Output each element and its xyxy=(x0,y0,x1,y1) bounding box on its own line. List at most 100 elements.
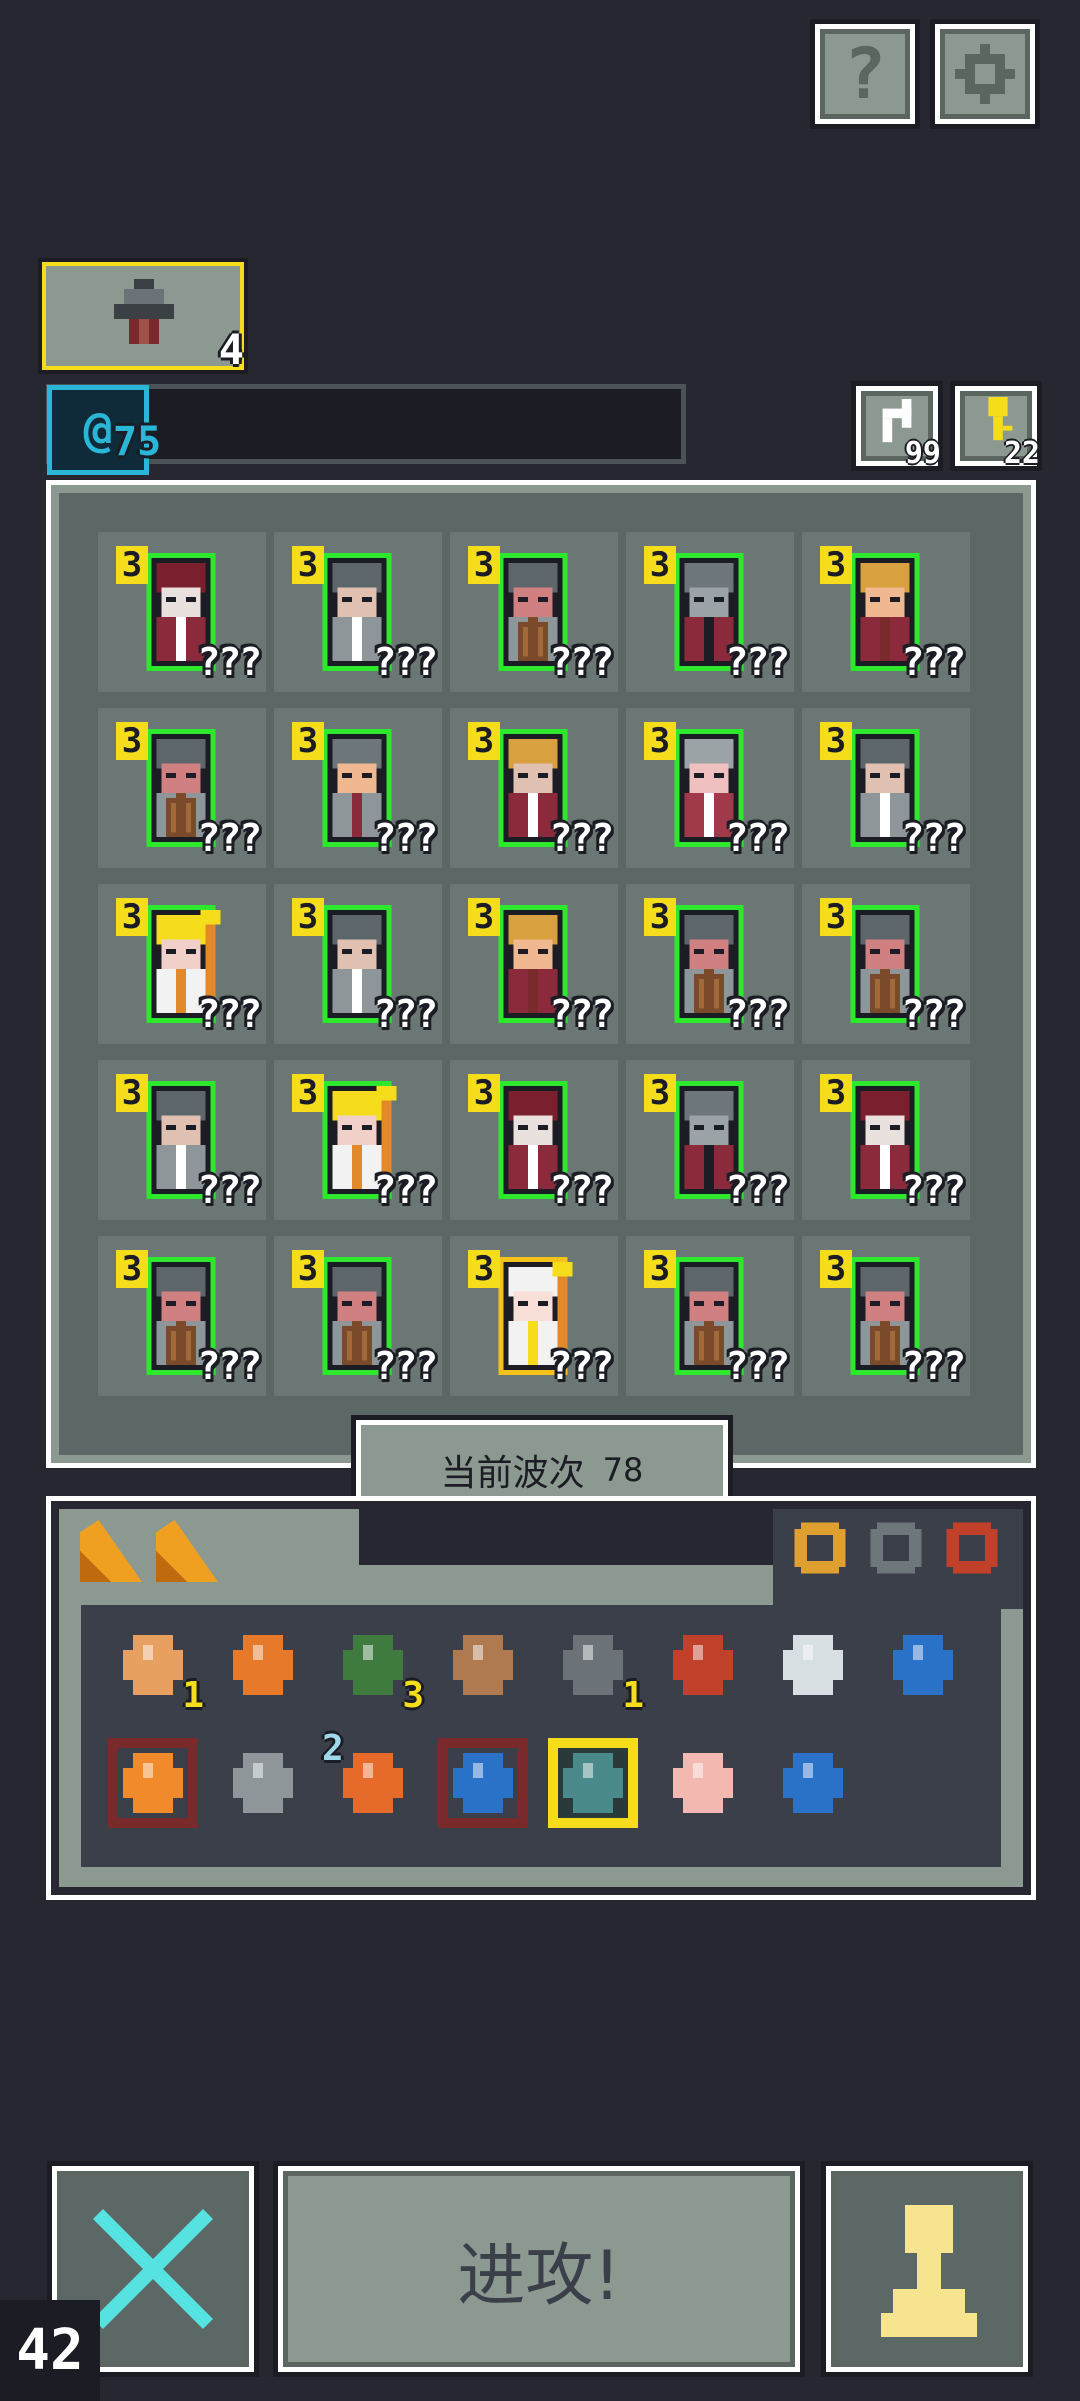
unit-slot[interactable]: 3??? xyxy=(626,884,794,1044)
unit-slot[interactable]: 3??? xyxy=(802,1236,970,1396)
pig-icon[interactable] xyxy=(658,1738,748,1828)
unit-slot[interactable]: 3??? xyxy=(98,884,266,1044)
crossbow-icon[interactable]: 1 xyxy=(548,1620,644,1716)
unit-slot[interactable]: 3??? xyxy=(98,1060,266,1220)
unit-name-label: ??? xyxy=(197,1168,262,1212)
unit-level-badge: 3 xyxy=(644,1074,676,1112)
unit-slot[interactable]: 3??? xyxy=(450,884,618,1044)
unit-level-badge: 3 xyxy=(468,722,500,760)
unit-name-label: ??? xyxy=(549,640,614,684)
unit-level-badge: 3 xyxy=(468,546,500,584)
wave-label: 当前波次 xyxy=(440,1453,585,1494)
refresh-count: 99 xyxy=(904,436,941,471)
gear-icon xyxy=(955,44,1015,104)
relic-list xyxy=(788,1516,1018,1586)
unit-name-label: ??? xyxy=(373,992,438,1036)
attack-button[interactable]: 进攻! xyxy=(273,2161,805,2377)
droplet-icon[interactable] xyxy=(768,1738,858,1828)
spikes-icon[interactable] xyxy=(548,1738,638,1828)
unit-slot[interactable]: 3??? xyxy=(274,884,442,1044)
unit-level-badge: 3 xyxy=(468,898,500,936)
unit-name-label: ??? xyxy=(373,1168,438,1212)
helmet-icon[interactable] xyxy=(864,1516,928,1580)
ring-red-icon[interactable] xyxy=(940,1516,1004,1580)
unit-level-badge: 3 xyxy=(820,1074,852,1112)
unit-level-badge: 3 xyxy=(292,1074,324,1112)
unit-name-label: ??? xyxy=(725,1168,790,1212)
unit-slot[interactable]: 3??? xyxy=(98,532,266,692)
item-count: 3 xyxy=(402,1675,424,1716)
lightning-scroll-icon[interactable]: 2 xyxy=(322,1728,418,1828)
inventory-tab-a[interactable] xyxy=(80,1520,142,1582)
unit-slot[interactable]: 3??? xyxy=(274,1236,442,1396)
unit-slot[interactable]: 3??? xyxy=(274,1060,442,1220)
shuriken-icon[interactable] xyxy=(218,1738,308,1828)
goblin-icon[interactable]: 3 xyxy=(328,1620,424,1716)
unit-slot[interactable]: 3??? xyxy=(274,532,442,692)
inventory-tabs xyxy=(80,1520,240,1590)
boot-icon[interactable] xyxy=(878,1620,968,1710)
key-count: 22 xyxy=(1003,436,1040,471)
feather-icon[interactable] xyxy=(438,1620,528,1710)
unit-level-badge: 3 xyxy=(116,898,148,936)
unit-name-label: ??? xyxy=(901,1344,966,1388)
unit-slot[interactable]: 3??? xyxy=(450,1060,618,1220)
formation-button[interactable] xyxy=(821,2161,1033,2377)
unit-slot[interactable]: 3??? xyxy=(802,884,970,1044)
unit-slot[interactable]: 3??? xyxy=(626,1060,794,1220)
unit-slot[interactable]: 3??? xyxy=(626,532,794,692)
unit-level-badge: 3 xyxy=(116,1074,148,1112)
unit-level-badge: 3 xyxy=(644,546,676,584)
unit-level-badge: 3 xyxy=(292,1250,324,1288)
unit-level-badge: 3 xyxy=(292,898,324,936)
unit-name-label: ??? xyxy=(725,816,790,860)
refresh-button[interactable]: 99 xyxy=(851,381,943,471)
unit-name-label: ??? xyxy=(197,1344,262,1388)
help-button[interactable]: ? xyxy=(810,19,920,129)
unit-level-badge: 3 xyxy=(820,898,852,936)
unit-level-badge: 3 xyxy=(292,546,324,584)
item-count: 1 xyxy=(622,1675,644,1716)
unit-name-label: ??? xyxy=(373,1344,438,1388)
ring-purple-icon[interactable] xyxy=(788,1516,852,1580)
unit-slot[interactable]: 3??? xyxy=(450,532,618,692)
key-button[interactable]: 22 xyxy=(950,381,1042,471)
fire-tile-icon[interactable] xyxy=(108,1738,198,1828)
unit-level-badge: 3 xyxy=(292,722,324,760)
unit-slot[interactable]: 3??? xyxy=(802,708,970,868)
mirror-icon[interactable] xyxy=(768,1620,858,1710)
drum-icon[interactable]: 1 xyxy=(108,1620,204,1716)
unit-slot[interactable]: 3??? xyxy=(98,708,266,868)
water-tile-icon[interactable] xyxy=(438,1738,528,1828)
armor-icon[interactable] xyxy=(218,1620,308,1710)
unit-slot[interactable]: 3??? xyxy=(802,1060,970,1220)
unit-slot[interactable]: 3??? xyxy=(450,1236,618,1396)
unit-name-label: ??? xyxy=(197,992,262,1036)
help-icon: ? xyxy=(843,33,887,115)
settings-button[interactable] xyxy=(930,19,1040,129)
mana-bar: @ 75 xyxy=(46,384,686,475)
unit-slot[interactable]: 3??? xyxy=(626,1236,794,1396)
unit-name-label: ??? xyxy=(901,1168,966,1212)
unit-level-badge: 3 xyxy=(644,722,676,760)
unit-slot[interactable]: 3??? xyxy=(802,532,970,692)
unit-slot[interactable]: 3??? xyxy=(626,708,794,868)
unit-name-label: ??? xyxy=(901,816,966,860)
attack-label: 进攻! xyxy=(457,2236,621,2316)
unit-slot[interactable]: 3??? xyxy=(450,708,618,868)
inventory-tab-b[interactable] xyxy=(156,1520,218,1582)
unit-card[interactable]: 4 xyxy=(38,258,248,374)
unit-level-badge: 3 xyxy=(468,1250,500,1288)
unit-slot[interactable]: 3??? xyxy=(98,1236,266,1396)
coral-icon[interactable] xyxy=(658,1620,748,1710)
unit-name-label: ??? xyxy=(549,1344,614,1388)
unit-name-label: ??? xyxy=(549,1168,614,1212)
unit-name-label: ??? xyxy=(901,640,966,684)
unit-name-label: ??? xyxy=(197,640,262,684)
crossbow-unit-icon xyxy=(114,279,174,344)
unit-name-label: ??? xyxy=(549,992,614,1036)
unit-name-label: ??? xyxy=(725,992,790,1036)
unit-level-badge: 3 xyxy=(644,898,676,936)
unit-level-badge: 3 xyxy=(116,1250,148,1288)
unit-slot[interactable]: 3??? xyxy=(274,708,442,868)
